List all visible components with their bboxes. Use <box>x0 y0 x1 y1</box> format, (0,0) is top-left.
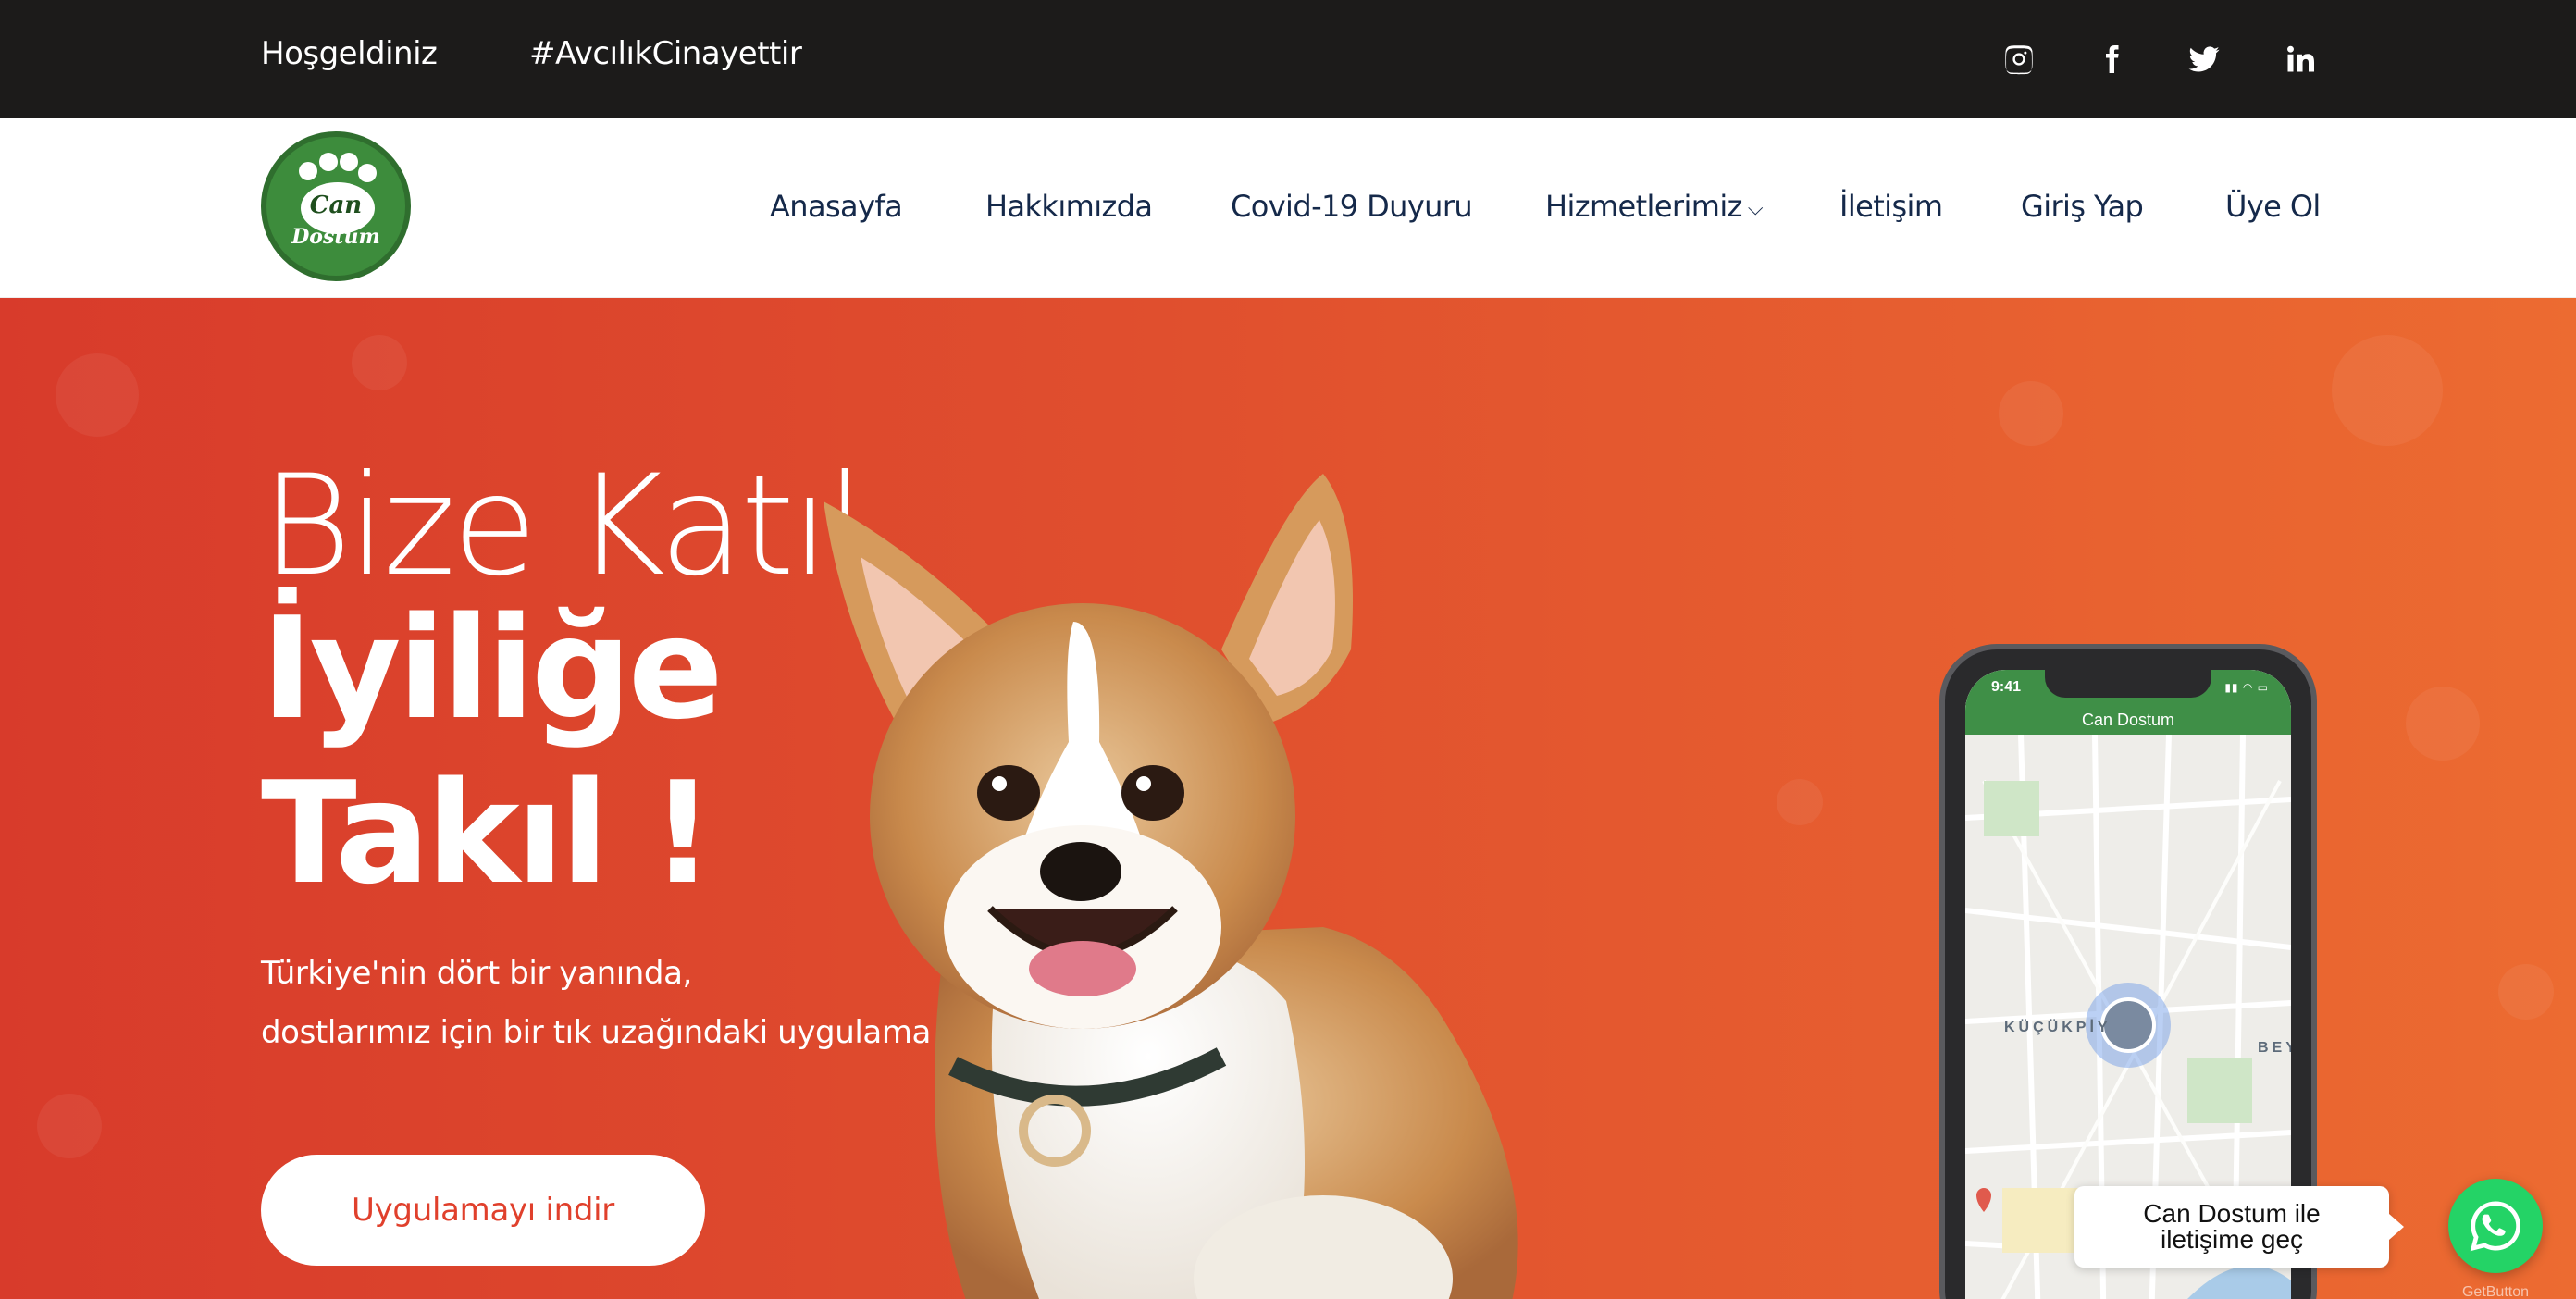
bokeh-dot <box>2498 964 2554 1020</box>
bokeh-dot <box>1999 381 2063 446</box>
whatsapp-button[interactable] <box>2448 1179 2543 1273</box>
bokeh-dot <box>1777 779 1823 825</box>
bokeh-dot <box>56 353 139 437</box>
paw-logo-icon: Can Dostum <box>280 151 391 262</box>
linkedin-icon[interactable] <box>2276 35 2324 83</box>
whatsapp-tooltip: Can Dostum ile iletişime geç <box>2074 1186 2404 1268</box>
bokeh-dot <box>2406 687 2480 761</box>
whatsapp-tooltip-line1: Can Dostum ile <box>2143 1199 2321 1228</box>
download-app-button[interactable]: Uygulamayı indir <box>261 1155 705 1266</box>
whatsapp-tooltip-line2: iletişime geç <box>2160 1225 2304 1254</box>
hero-heading-bold-2: Takıl ! <box>261 751 714 915</box>
main-navbar: Can Dostum Anasayfa Hakkımızda Covid-19 … <box>0 118 2576 298</box>
getbutton-brand: GetButton <box>2461 1284 2530 1299</box>
facebook-icon[interactable] <box>2087 35 2136 83</box>
hero-description-line1: Türkiye'nin dört bir yanında, <box>261 955 692 992</box>
nav-iletisim[interactable]: İletişim <box>1839 189 1943 224</box>
nav-anasayfa[interactable]: Anasayfa <box>770 189 903 224</box>
site-logo[interactable]: Can Dostum <box>261 131 411 281</box>
bokeh-dot <box>37 1094 102 1158</box>
top-bar: Hoşgeldiniz #AvcılıkCinayettir <box>0 0 2576 118</box>
hashtag-text: #AvcılıkCinayettir <box>529 35 802 72</box>
bokeh-dot <box>352 335 407 390</box>
twitter-icon[interactable] <box>2180 35 2228 83</box>
phone-status-icons: ▮▮ ◠ ▭ <box>2224 681 2269 694</box>
instagram-icon[interactable] <box>1995 35 2043 83</box>
welcome-text: Hoşgeldiniz <box>261 35 438 72</box>
phone-app-title: Can Dostum <box>2081 711 2175 729</box>
phone-notch <box>2045 670 2211 698</box>
logo-text-can: Can <box>309 192 363 219</box>
nav-hizmetlerimiz[interactable]: Hizmetlerimiz ⌵ <box>1545 189 1764 224</box>
bokeh-dot <box>2332 335 2443 446</box>
nav-hakkimizda[interactable]: Hakkımızda <box>985 189 1153 224</box>
hero-section: Bize Katıl, İyiliğe Takıl ! Türkiye'nin … <box>0 298 2576 1299</box>
phone-time: 9:41 <box>1991 679 2022 695</box>
chevron-down-icon: ⌵ <box>1747 196 1764 220</box>
nav-giris-yap[interactable]: Giriş Yap <box>2021 189 2144 224</box>
whatsapp-icon <box>2470 1201 2520 1252</box>
corgi-dog-image <box>824 474 1518 1299</box>
map-district-label-2: BEY <box>2258 1040 2291 1056</box>
nav-hizmetlerimiz-label: Hizmetlerimiz <box>1545 189 1742 224</box>
logo-text-dostum: Dostum <box>291 225 380 249</box>
nav-covid-duyuru[interactable]: Covid-19 Duyuru <box>1231 189 1473 224</box>
nav-uye-ol[interactable]: Üye Ol <box>2225 189 2321 224</box>
hero-heading-bold-1: İyiliğe <box>261 587 724 750</box>
map-district-label: KÜÇÜKPİY <box>2004 1020 2112 1035</box>
